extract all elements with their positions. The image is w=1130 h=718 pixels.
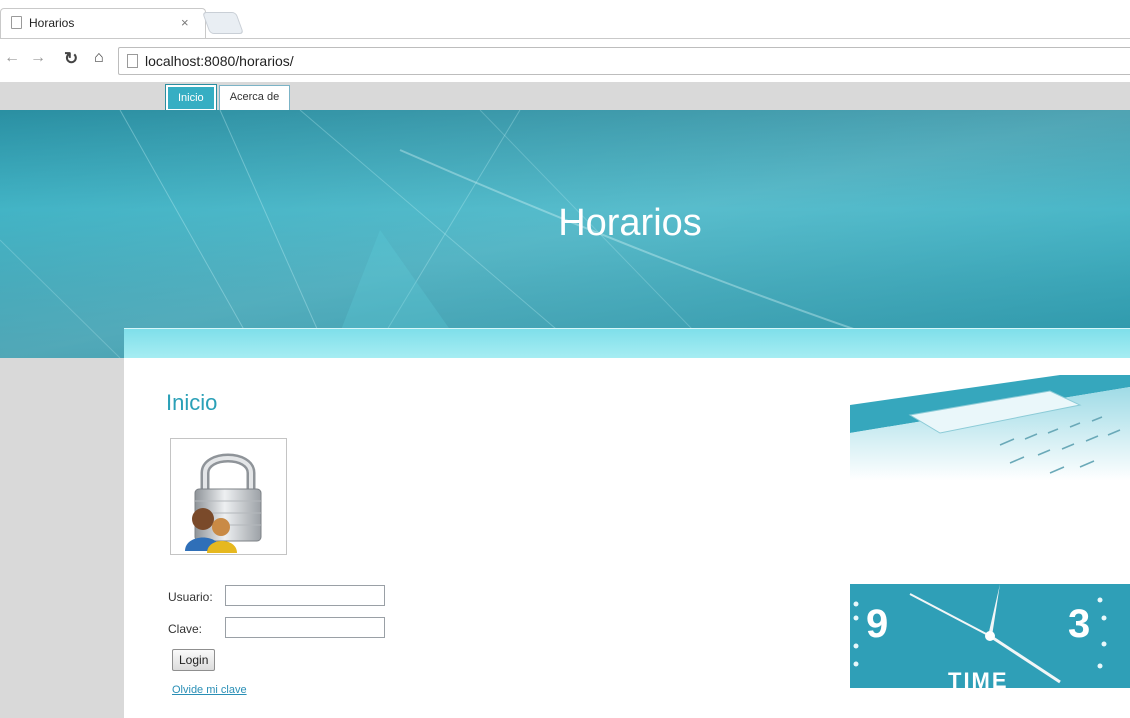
browser-toolbar: ← → ↻ ⌂ localhost:8080/horarios/	[0, 38, 1130, 82]
header-banner: Horarios	[0, 110, 1130, 358]
clock-caption: TIME	[948, 668, 1009, 688]
forgot-password-link[interactable]: Olvide mi clave	[172, 684, 247, 696]
tab-inicio[interactable]: Inicio	[165, 84, 217, 112]
login-button[interactable]: Login	[172, 649, 216, 671]
page-title: Inicio	[166, 390, 218, 415]
clock-number-9: 9	[866, 602, 889, 646]
usuario-label: Usuario:	[168, 590, 213, 604]
browser-tab[interactable]: Horarios ×	[0, 8, 206, 38]
clock-number-3: 3	[1068, 602, 1091, 646]
page-icon	[11, 16, 22, 29]
forward-icon[interactable]: →	[30, 49, 46, 67]
keyboard-image	[850, 375, 1130, 481]
page-icon	[127, 54, 138, 68]
clave-label: Clave:	[168, 622, 203, 636]
tab-acerca-de[interactable]: Acerca de	[218, 85, 291, 111]
clock-image: 9 3 TIME	[850, 584, 1130, 688]
keyboard-photo	[850, 375, 1130, 481]
usuario-input[interactable]	[225, 585, 385, 606]
main-menu: Inicio Acerca de	[165, 84, 293, 112]
lock-image	[170, 438, 287, 555]
url-text: localhost:8080/horarios/	[145, 53, 294, 69]
new-tab-button[interactable]	[201, 12, 245, 34]
close-icon[interactable]: ×	[181, 15, 189, 30]
banner-strip	[124, 328, 1130, 360]
home-icon[interactable]: ⌂	[94, 49, 104, 67]
banner-title: Horarios	[558, 202, 702, 244]
clave-input[interactable]	[225, 617, 385, 638]
lock-icon	[185, 453, 262, 553]
back-icon[interactable]: ←	[4, 49, 20, 67]
tab-title: Horarios	[29, 16, 75, 30]
address-bar[interactable]: localhost:8080/horarios/	[118, 47, 1130, 75]
reload-icon[interactable]: ↻	[64, 49, 78, 69]
web-page: Inicio Acerca de Horarios Inicio Usuario…	[0, 82, 1130, 718]
browser-tabstrip: Horarios ×	[0, 0, 1130, 38]
main-content: Inicio Usuario: Clave: Login Olvide mi c…	[124, 358, 1130, 718]
